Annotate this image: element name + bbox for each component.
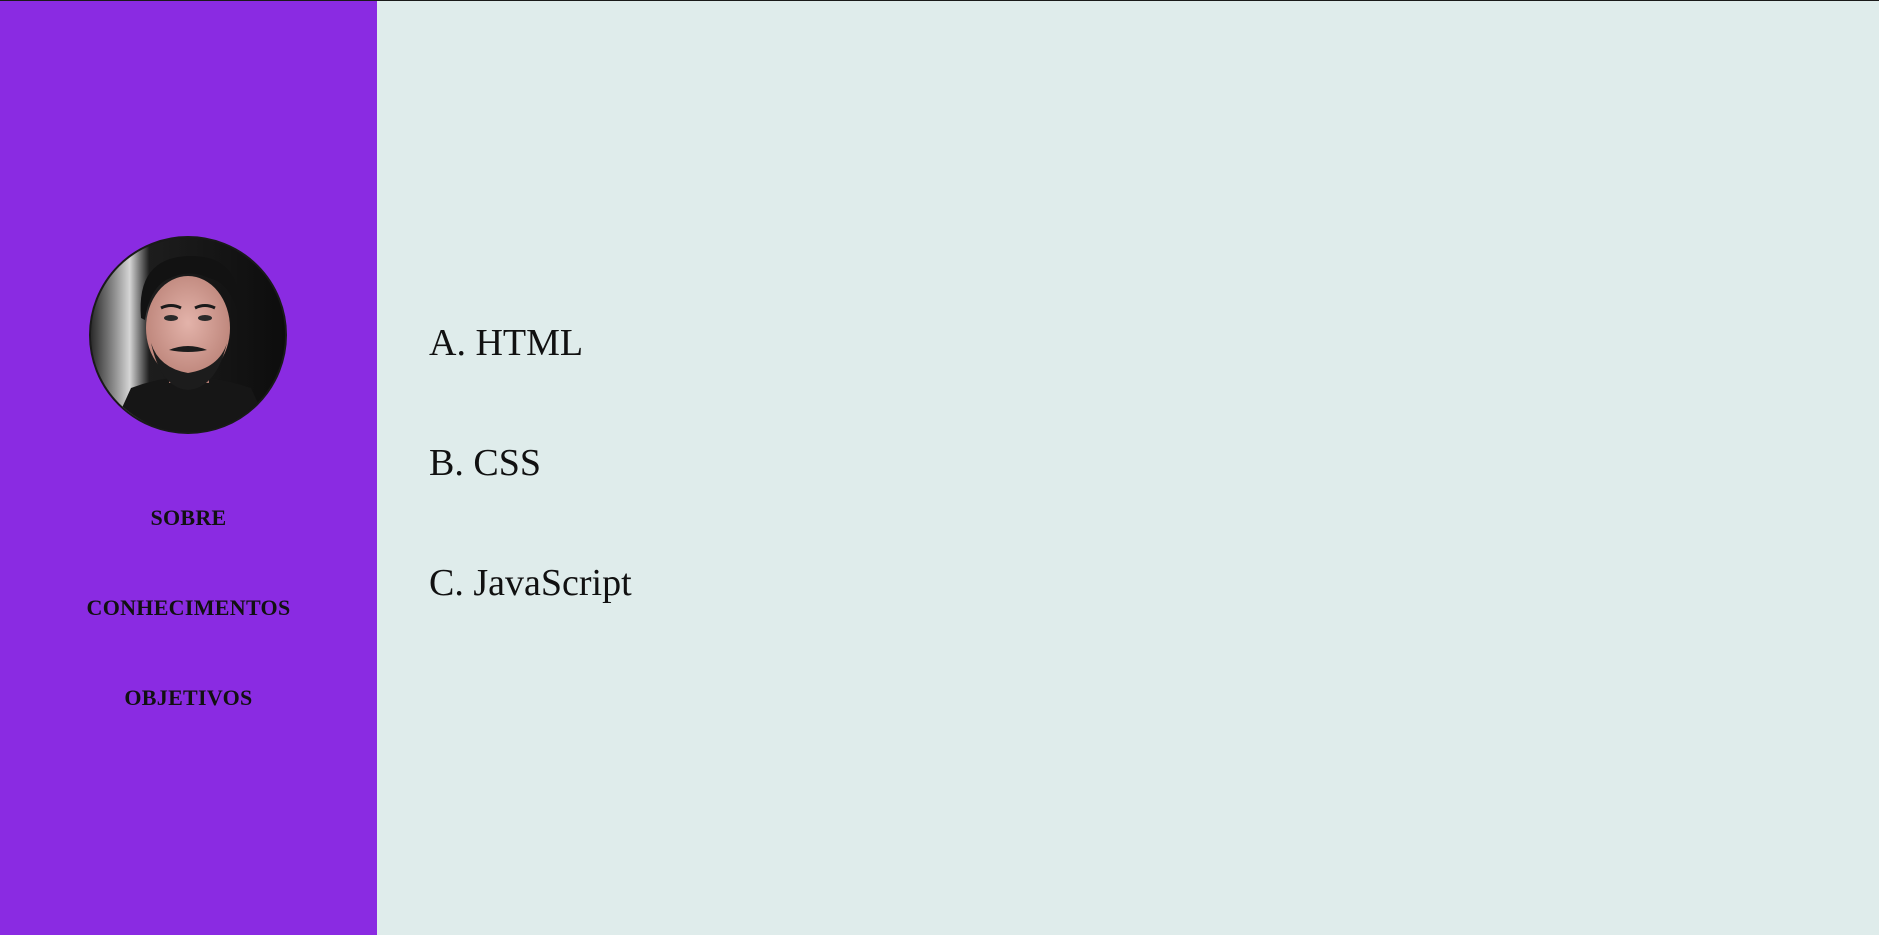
sidebar: SOBRE CONHECIMENTOS OBJETIVOS	[0, 0, 377, 935]
nav-link-objetivos[interactable]: OBJETIVOS	[0, 687, 377, 709]
nav-link-sobre[interactable]: SOBRE	[0, 507, 377, 529]
skill-item-javascript: C. JavaScript	[429, 562, 632, 604]
skill-item-css: B. CSS	[429, 442, 541, 484]
nav-link-conhecimentos[interactable]: CONHECIMENTOS	[0, 597, 377, 619]
profile-photo-icon	[91, 238, 285, 432]
avatar	[89, 236, 287, 434]
skill-item-html: A. HTML	[429, 322, 584, 364]
main-content: A. HTML B. CSS C. JavaScript	[377, 0, 1879, 935]
